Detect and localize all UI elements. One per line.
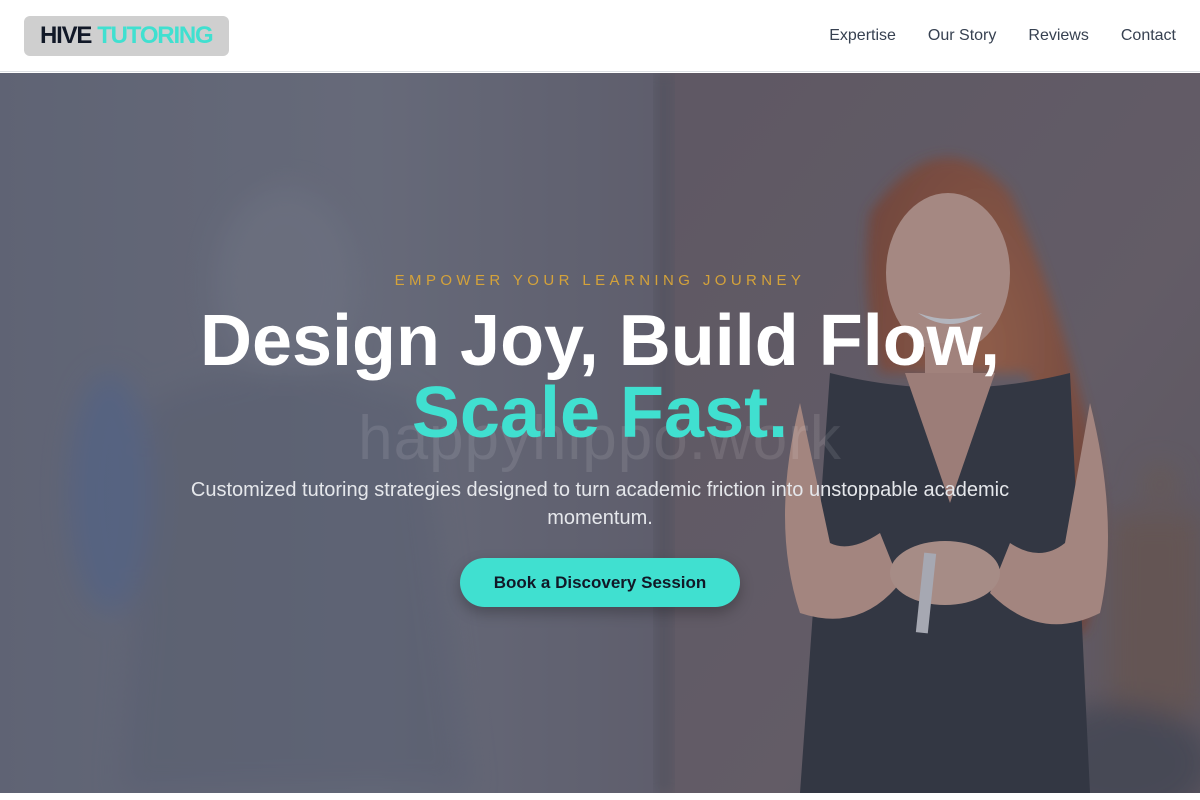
hero-eyebrow: EMPOWER YOUR LEARNING JOURNEY bbox=[394, 272, 806, 289]
hero-headline-line1: Design Joy, Build Flow, bbox=[199, 301, 1001, 381]
site-header: HIVE TUTORING Expertise Our Story Review… bbox=[0, 0, 1200, 72]
main-nav: Expertise Our Story Reviews Contact bbox=[797, 27, 1176, 45]
nav-link-expertise[interactable]: Expertise bbox=[829, 27, 896, 45]
nav-link-reviews[interactable]: Reviews bbox=[1028, 27, 1088, 45]
bottom-strip bbox=[0, 793, 1200, 800]
nav-link-our-story[interactable]: Our Story bbox=[928, 27, 996, 45]
brand-name-part1: HIVE bbox=[40, 21, 92, 49]
nav-link-contact[interactable]: Contact bbox=[1121, 27, 1176, 45]
brand-logo[interactable]: HIVE TUTORING bbox=[24, 15, 229, 56]
book-discovery-session-button[interactable]: Book a Discovery Session bbox=[460, 558, 740, 607]
brand-name-part2: TUTORING bbox=[97, 21, 213, 49]
hero-section: happyhippo.work EMPOWER YOUR LEARNING JO… bbox=[0, 73, 1200, 793]
hero-headline-line2: Scale Fast. bbox=[411, 373, 789, 453]
hero-subtext: Customized tutoring strategies designed … bbox=[190, 479, 1010, 529]
